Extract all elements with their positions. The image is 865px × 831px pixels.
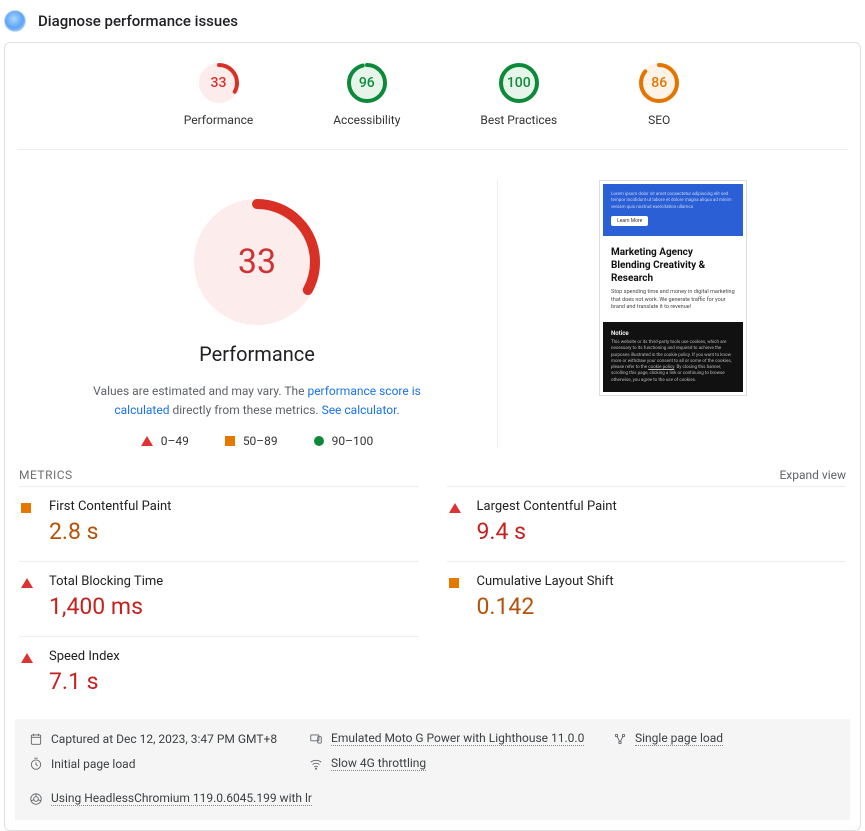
footer-emulated: Emulated Moto G Power with Lighthouse 11… — [309, 731, 593, 746]
square-orange-icon — [21, 503, 31, 513]
device-icon — [309, 732, 323, 746]
metric-value: 0.142 — [477, 593, 614, 620]
preview-foot-text: This website or its third-party tools us… — [611, 340, 735, 384]
metric-value: 2.8 s — [49, 518, 171, 545]
footer-initial-load: Initial page load — [29, 756, 289, 771]
footer-throttling: Slow 4G throttling — [309, 756, 593, 771]
metric-name: Total Blocking Time — [49, 574, 163, 589]
preview-hero-button: Learn More — [611, 216, 648, 226]
square-orange-icon — [449, 578, 459, 588]
timer-icon — [29, 757, 43, 771]
metric-name: Cumulative Layout Shift — [477, 574, 614, 589]
desc-text: Values are estimated and may vary. The — [93, 384, 307, 398]
score-legend: 0–49 50–89 90–100 — [141, 434, 374, 448]
report-footer: Captured at Dec 12, 2023, 3:47 PM GMT+8 … — [15, 719, 850, 820]
metric-value: 9.4 s — [477, 518, 617, 545]
metric-fcp: First Contentful Paint 2.8 s — [19, 486, 419, 561]
triangle-red-icon — [21, 653, 33, 663]
chrome-icon — [29, 792, 43, 806]
metric-name: First Contentful Paint — [49, 499, 171, 514]
metrics-label: METRICS — [19, 468, 73, 482]
circle-green-icon — [314, 436, 324, 446]
performance-big-label: Performance — [199, 342, 315, 366]
performance-big-score: 33 — [193, 198, 321, 326]
gauges-row: 33Performance 96Accessibility 100Best Prac… — [17, 43, 848, 150]
preview-body-text: Stop spending time and money in digital … — [611, 289, 735, 312]
gauge-seo[interactable]: 86SEO — [637, 61, 681, 127]
footer-single-load: Single page load — [613, 731, 723, 746]
metric-si: Speed Index 7.1 s — [19, 636, 419, 711]
metric-name: Speed Index — [49, 649, 120, 664]
metric-lcp: Largest Contentful Paint 9.4 s — [447, 486, 847, 561]
legend-good: 90–100 — [314, 434, 374, 448]
triangle-red-icon — [21, 578, 33, 588]
preview-hero-text: Lorem ipsum dolor sit amet consectetur a… — [611, 192, 735, 211]
footer-captured: Captured at Dec 12, 2023, 3:47 PM GMT+8 — [29, 731, 289, 746]
metric-cls: Cumulative Layout Shift 0.142 — [447, 561, 847, 636]
page-header: Diagnose performance issues — [0, 0, 865, 42]
page-screenshot-preview: Lorem ipsum dolor sit amet consectetur a… — [599, 180, 747, 396]
metric-value: 7.1 s — [49, 668, 120, 695]
metric-tbt: Total Blocking Time 1,400 ms — [19, 561, 419, 636]
metrics-grid: First Contentful Paint 2.8 s Largest Conte… — [5, 486, 860, 711]
metric-value: 1,400 ms — [49, 593, 163, 620]
performance-detail: 33 Performance Values are estimated and … — [17, 180, 498, 448]
calendar-icon — [29, 732, 43, 746]
preview-foot-title: Notice — [611, 330, 735, 337]
expand-view-button[interactable]: Expand view — [779, 468, 846, 482]
preview-body-title: Marketing Agency Blending Creativity & R… — [611, 246, 735, 285]
desc-text-2: directly from these metrics. — [169, 403, 321, 417]
see-calculator-link[interactable]: See calculator — [322, 403, 397, 417]
lighthouse-icon — [4, 10, 26, 32]
square-orange-icon — [225, 436, 235, 446]
gauge-performance[interactable]: 33Performance — [184, 61, 253, 127]
gauge-accessibility[interactable]: 96Accessibility — [333, 61, 400, 127]
legend-poor: 0–49 — [141, 434, 189, 448]
wifi-icon — [309, 757, 323, 771]
report-card: 33Performance96Accessibility100Best Prac… — [4, 42, 861, 831]
metric-name: Largest Contentful Paint — [477, 499, 617, 514]
triangle-red-icon — [141, 436, 153, 446]
gauge-best-practices[interactable]: 100Best Practices — [480, 61, 557, 127]
performance-description: Values are estimated and may vary. The p… — [77, 382, 437, 420]
nodes-icon — [613, 732, 627, 746]
footer-chromium: Using HeadlessChromium 119.0.6045.199 wi… — [29, 791, 312, 806]
legend-average: 50–89 — [225, 434, 278, 448]
performance-big-gauge: 33 — [193, 198, 321, 326]
triangle-red-icon — [449, 503, 461, 513]
page-title: Diagnose performance issues — [38, 12, 238, 30]
